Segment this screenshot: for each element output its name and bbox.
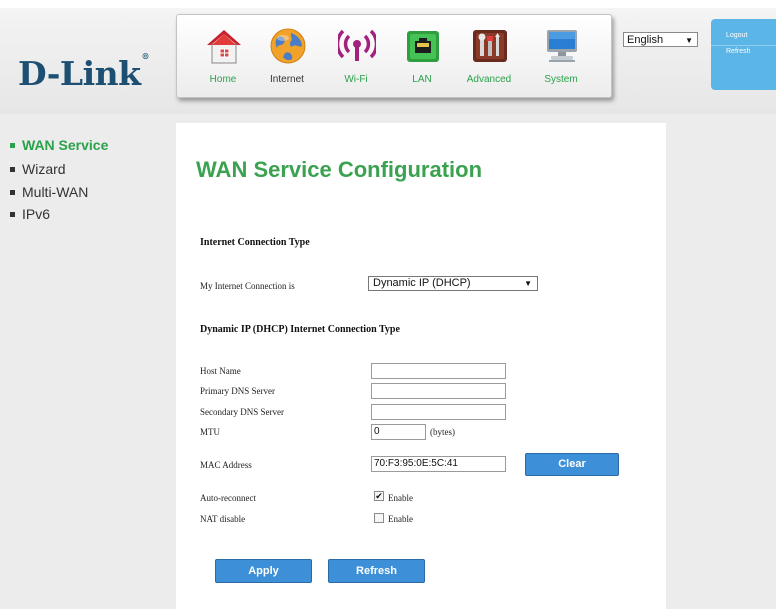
mtu-label: MTU bbox=[200, 427, 220, 437]
sidebar-item-label: IPv6 bbox=[22, 206, 51, 222]
language-selected: English bbox=[627, 34, 664, 46]
mtu-unit: (bytes) bbox=[430, 427, 455, 437]
connection-label: My Internet Connection is bbox=[200, 281, 295, 291]
auto-reconnect-label: Auto-reconnect bbox=[200, 493, 256, 503]
secondary-dns-label: Secondary DNS Server bbox=[200, 407, 284, 417]
auto-reconnect-checkbox[interactable]: ✔ bbox=[374, 491, 384, 501]
mtu-field[interactable]: 0 bbox=[371, 424, 426, 440]
sidebar-item-wan-service[interactable]: WAN Service bbox=[10, 137, 108, 153]
logo-text: D-Link bbox=[18, 54, 141, 93]
sidebar-item-label: Wizard bbox=[22, 161, 66, 177]
sidebar-item-label: Multi-WAN bbox=[22, 184, 89, 200]
nat-disable-label: NAT disable bbox=[200, 514, 246, 524]
connection-type-value: Dynamic IP (DHCP) bbox=[373, 277, 471, 289]
bullet-icon bbox=[10, 167, 15, 172]
primary-dns-field[interactable] bbox=[371, 383, 506, 399]
globe-icon bbox=[270, 28, 306, 64]
mac-address-field[interactable]: 70:F3:95:0E:5C:41 bbox=[371, 456, 506, 472]
nav-wifi[interactable]: Wi-Fi bbox=[324, 17, 388, 95]
auto-reconnect-enable-label: Enable bbox=[388, 493, 413, 503]
bullet-icon bbox=[10, 143, 15, 148]
nav-wifi-label: Wi-Fi bbox=[344, 74, 368, 85]
page-title: WAN Service Configuration bbox=[196, 157, 483, 182]
chevron-down-icon: ▼ bbox=[524, 279, 532, 288]
host-name-label: Host Name bbox=[200, 366, 241, 376]
primary-dns-label: Primary DNS Server bbox=[200, 386, 275, 396]
wifi-icon bbox=[338, 29, 376, 61]
lan-icon bbox=[407, 31, 439, 62]
language-select[interactable]: English ▼ bbox=[623, 32, 698, 47]
bullet-icon bbox=[10, 190, 15, 195]
section-heading-connection-type: Internet Connection Type bbox=[200, 237, 310, 248]
top-strip bbox=[0, 0, 776, 8]
bullet-icon bbox=[10, 212, 15, 217]
chevron-down-icon: ▼ bbox=[685, 36, 693, 45]
apply-button[interactable]: Apply bbox=[215, 559, 312, 583]
secondary-dns-field[interactable] bbox=[371, 404, 506, 420]
nav-system-label: System bbox=[544, 74, 578, 85]
nav-home-label: Home bbox=[209, 74, 237, 85]
connection-type-select[interactable]: Dynamic IP (DHCP) ▼ bbox=[368, 276, 538, 291]
logout-button[interactable]: Logout bbox=[711, 32, 776, 46]
nav-system[interactable]: System bbox=[529, 17, 593, 95]
sidebar-item-multi-wan[interactable]: Multi-WAN bbox=[10, 184, 88, 200]
top-refresh-button[interactable]: Refresh bbox=[711, 48, 776, 55]
advanced-tools-icon bbox=[473, 30, 507, 62]
nav-internet[interactable]: Internet bbox=[255, 17, 319, 95]
sidebar-item-label: WAN Service bbox=[22, 137, 109, 153]
side-actions-panel: Logout Refresh bbox=[711, 19, 776, 90]
computer-icon bbox=[547, 30, 577, 62]
nav-advanced[interactable]: Advanced bbox=[457, 17, 521, 95]
logo-registered-mark: ® bbox=[141, 51, 150, 61]
sidebar-item-wizard[interactable]: Wizard bbox=[10, 161, 66, 177]
nat-disable-enable-label: Enable bbox=[388, 514, 413, 524]
nav-lan-label: LAN bbox=[412, 74, 432, 85]
refresh-button[interactable]: Refresh bbox=[328, 559, 425, 583]
nav-internet-label: Internet bbox=[270, 74, 304, 85]
nav-home[interactable]: Home bbox=[191, 17, 255, 95]
nat-disable-checkbox[interactable] bbox=[374, 513, 384, 523]
home-icon bbox=[207, 30, 241, 64]
nav-advanced-label: Advanced bbox=[466, 74, 512, 85]
main-nav: Home Internet Wi-Fi LAN Advanced System bbox=[176, 14, 612, 98]
sidebar-item-ipv6[interactable]: IPv6 bbox=[10, 206, 50, 222]
clear-button[interactable]: Clear bbox=[525, 453, 619, 476]
host-name-field[interactable] bbox=[371, 363, 506, 379]
nav-lan[interactable]: LAN bbox=[390, 17, 454, 95]
mac-address-label: MAC Address bbox=[200, 460, 252, 470]
section-heading-dhcp: Dynamic IP (DHCP) Internet Connection Ty… bbox=[200, 324, 400, 335]
dlink-logo: D-Link® bbox=[18, 51, 150, 93]
main-content: WAN Service Configuration Internet Conne… bbox=[176, 123, 666, 609]
